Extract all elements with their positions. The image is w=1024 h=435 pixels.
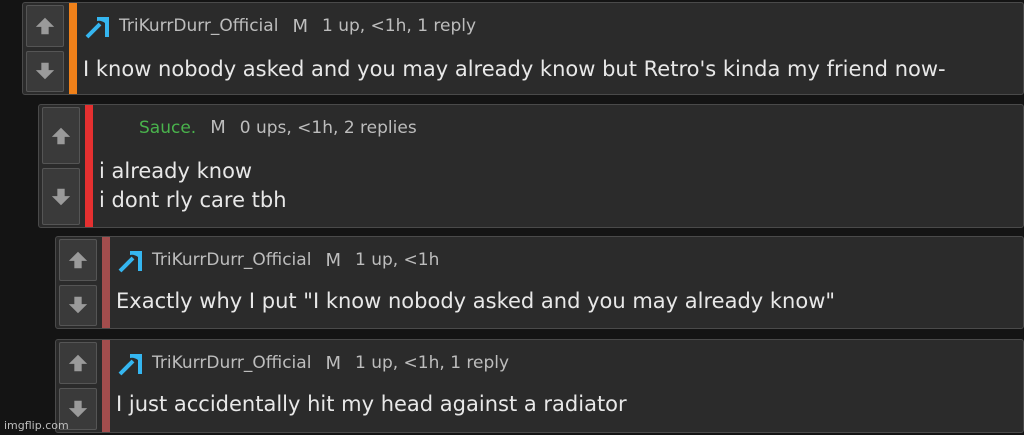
username[interactable]: TriKurrDurr_Official bbox=[152, 250, 311, 270]
vote-controls bbox=[39, 105, 83, 227]
user-badge: M bbox=[325, 249, 341, 271]
pickaxe-icon bbox=[85, 17, 109, 39]
upvote-button[interactable] bbox=[26, 5, 64, 47]
username[interactable]: TriKurrDurr_Official bbox=[152, 353, 311, 373]
upvote-button[interactable] bbox=[42, 107, 80, 164]
comment: TriKurrDurr_Official M 1 up, <1h, 1 repl… bbox=[22, 2, 1024, 95]
thread-accent-bar bbox=[102, 237, 110, 328]
vote-controls bbox=[23, 3, 67, 94]
comment-meta: 1 up, <1h, 1 reply bbox=[354, 353, 510, 373]
arrow-up-icon bbox=[51, 127, 71, 144]
pickaxe-icon bbox=[118, 354, 142, 376]
comment-body: Exactly why I put "I know nobody asked a… bbox=[116, 287, 835, 316]
comment-line: i dont rly care tbh bbox=[99, 188, 287, 212]
comment: Sauce. M 0 ups, <1h, 2 replies i already… bbox=[38, 104, 1024, 228]
comment-line: Exactly why I put "I know nobody asked a… bbox=[116, 289, 836, 313]
username[interactable]: TriKurrDurr_Official bbox=[119, 16, 278, 36]
comment-meta: 0 ups, <1h, 2 replies bbox=[239, 117, 417, 138]
arrow-up-icon bbox=[68, 354, 88, 372]
comment-line: i already know bbox=[99, 159, 253, 183]
vote-controls bbox=[56, 237, 100, 328]
downvote-button[interactable] bbox=[59, 284, 97, 326]
comment-meta: 1 up, <1h, 1 reply bbox=[321, 16, 477, 36]
comment: TriKurrDurr_Official M 1 up, <1h, 1 repl… bbox=[55, 339, 1024, 433]
thread-accent-bar bbox=[69, 3, 77, 94]
arrow-down-icon bbox=[68, 297, 88, 314]
arrow-down-icon bbox=[68, 400, 88, 418]
user-badge: M bbox=[292, 15, 308, 37]
comment-body: I know nobody asked and you may already … bbox=[83, 55, 946, 84]
comment-line: I know nobody asked and you may already … bbox=[83, 57, 946, 81]
thread-accent-bar bbox=[85, 105, 93, 227]
comment: TriKurrDurr_Official M 1 up, <1h Exactly… bbox=[55, 236, 1024, 329]
comment-body: i already know i dont rly care tbh bbox=[99, 157, 287, 215]
upvote-button[interactable] bbox=[59, 239, 97, 281]
upvote-button[interactable] bbox=[59, 342, 97, 384]
username[interactable]: Sauce. bbox=[139, 118, 196, 138]
arrow-down-icon bbox=[35, 63, 55, 80]
pickaxe-icon bbox=[118, 251, 142, 273]
comment-line: I just accidentally hit my head against … bbox=[116, 392, 627, 416]
downvote-button[interactable] bbox=[42, 168, 80, 225]
arrow-down-icon bbox=[51, 188, 71, 205]
comment-meta: 1 up, <1h bbox=[354, 250, 440, 270]
thread-accent-bar bbox=[102, 340, 110, 432]
user-badge: M bbox=[325, 352, 341, 374]
downvote-button[interactable] bbox=[26, 50, 64, 92]
arrow-up-icon bbox=[68, 251, 88, 268]
arrow-up-icon bbox=[35, 17, 55, 34]
comment-body: I just accidentally hit my head against … bbox=[116, 390, 627, 419]
user-badge: M bbox=[210, 117, 226, 138]
watermark: imgflip.com bbox=[4, 419, 69, 432]
